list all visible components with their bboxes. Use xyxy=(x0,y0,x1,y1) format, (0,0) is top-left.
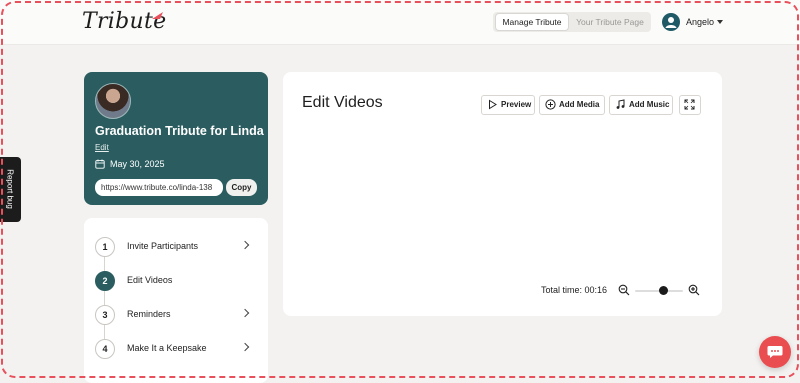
step-number: 4 xyxy=(95,339,115,359)
add-media-button[interactable]: Add Media xyxy=(539,95,605,115)
step-label: Invite Participants xyxy=(127,241,199,251)
zoom-in-icon[interactable] xyxy=(688,284,700,296)
preview-label: Preview xyxy=(501,100,532,109)
play-icon xyxy=(489,99,497,110)
chat-button[interactable] xyxy=(759,336,791,368)
user-name: Angelo xyxy=(686,17,715,27)
tribute-url-text: https://www.tribute.co/linda-138 xyxy=(101,183,213,192)
tab-manage-tribute[interactable]: Manage Tribute xyxy=(496,14,568,30)
step-label: Make It a Keepsake xyxy=(127,343,207,353)
copy-url-button[interactable]: Copy xyxy=(226,179,257,196)
plus-circle-icon xyxy=(545,99,556,110)
chat-icon xyxy=(767,346,783,358)
tribute-url-field[interactable]: https://www.tribute.co/linda-138 xyxy=(95,179,223,196)
user-icon xyxy=(665,17,677,28)
music-note-icon xyxy=(616,99,625,109)
chevron-down-icon xyxy=(717,20,723,24)
preview-button[interactable]: Preview xyxy=(481,95,535,115)
step-number: 3 xyxy=(95,305,115,325)
zoom-out-icon[interactable] xyxy=(618,284,630,296)
report-bug-label: Report bug xyxy=(5,169,15,209)
add-media-label: Add Media xyxy=(559,100,600,109)
total-time: Total time: 00:16 xyxy=(541,285,608,295)
chevron-right-icon xyxy=(240,240,250,250)
expand-button[interactable] xyxy=(679,95,701,115)
avatar xyxy=(662,13,680,31)
zoom-slider-thumb[interactable] xyxy=(659,286,669,295)
step-reminders[interactable]: 3 Reminders xyxy=(84,299,268,329)
calendar-icon xyxy=(95,159,105,169)
add-music-button[interactable]: Add Music xyxy=(609,95,673,115)
tribute-title: Graduation Tribute for Linda xyxy=(95,124,264,138)
tab-your-tribute-page[interactable]: Your Tribute Page xyxy=(571,14,649,30)
add-music-label: Add Music xyxy=(629,100,670,109)
step-make-it-a-keepsake[interactable]: 4 Make It a Keepsake xyxy=(84,333,268,363)
edit-tribute-link[interactable]: Edit xyxy=(95,143,109,152)
tribute-date: May 30, 2025 xyxy=(110,159,165,169)
step-edit-videos[interactable]: 2 Edit Videos xyxy=(84,265,268,295)
step-label: Reminders xyxy=(127,309,171,319)
steps-card: 1 Invite Participants 2 Edit Videos 3 Re… xyxy=(84,218,268,383)
step-invite-participants[interactable]: 1 Invite Participants xyxy=(84,231,268,261)
step-label: Edit Videos xyxy=(127,275,173,285)
page-title: Edit Videos xyxy=(302,94,383,111)
tribute-summary-card: Graduation Tribute for Linda Edit May 30… xyxy=(84,72,268,205)
step-number: 1 xyxy=(95,237,115,257)
chevron-right-icon xyxy=(240,308,250,318)
view-switcher: Manage Tribute Your Tribute Page xyxy=(493,12,651,32)
logo-flag-icon xyxy=(152,12,163,19)
tribute-photo xyxy=(95,83,131,119)
expand-icon xyxy=(684,99,695,110)
report-bug-tab[interactable]: Report bug xyxy=(0,157,21,222)
top-header: Tribute Manage Tribute Your Tribute Page… xyxy=(0,0,800,45)
step-number: 2 xyxy=(95,271,115,291)
video-editor-card: Edit Videos Preview Add Media Add Music … xyxy=(283,72,722,316)
chevron-right-icon xyxy=(240,342,250,352)
